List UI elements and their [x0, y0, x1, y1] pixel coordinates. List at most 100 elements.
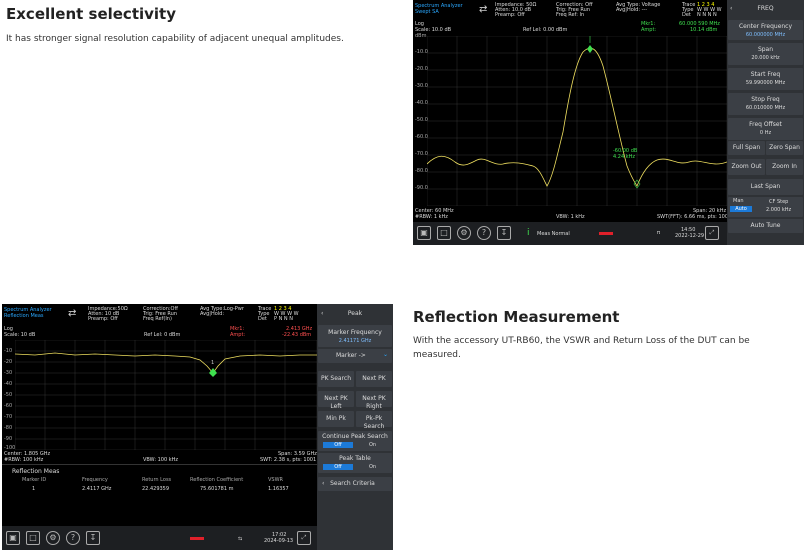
freq-ref: Freq Ref: In [556, 12, 585, 18]
continue-peak-search-button[interactable]: Continue Peak Search [318, 431, 392, 451]
swap-icon[interactable]: ⇄ [479, 4, 487, 15]
marker-number: 1 [211, 360, 214, 366]
trace-dets: P N N N [274, 316, 294, 322]
ytick: -30.0 [415, 83, 428, 89]
ytick: -40.0 [415, 100, 428, 106]
marker-ampt: 10.14 dBm [690, 27, 718, 33]
ytick: -10 [4, 348, 13, 354]
auto-tune-button[interactable]: Auto Tune [728, 219, 803, 233]
next-pk-left-button[interactable]: Next PK Left [318, 391, 354, 410]
sweep-time: SWT(FFT): 6.66 ms, pts: 1001 [657, 214, 732, 220]
ytick: -80 [4, 425, 13, 431]
scale: Scale: 10 dB [4, 332, 36, 338]
full-span-button[interactable]: Full Span [728, 141, 765, 155]
continue-peak-off[interactable]: Off [323, 442, 353, 448]
col-header: Reflection Coefficient [190, 477, 244, 483]
ytick: -20 [4, 359, 13, 365]
vbw: VBW: 100 kHz [143, 457, 179, 463]
cf-step-auto[interactable]: Auto [730, 206, 752, 212]
col-header: Frequency [82, 477, 108, 483]
chevron-down-icon: ⌄ [382, 351, 388, 358]
trace-det-label: Det [258, 316, 267, 322]
pk-search-button[interactable]: PK Search [318, 371, 354, 387]
bottom-toolbar: ▣ □ ⚙ ? ↧ i Meas Normal π 14:50 2022-12-… [413, 222, 727, 245]
rbw: #RBW: 100 kHz [4, 457, 44, 463]
meas-status: Meas Normal [537, 231, 570, 237]
marker-ampt: -22.43 dBm [282, 332, 312, 338]
unit: dBm [415, 33, 427, 39]
clock-date: 2024-09-13 [264, 538, 294, 544]
swap-icon[interactable]: ⇄ [68, 308, 76, 319]
folder-icon[interactable]: □ [437, 226, 451, 240]
help-icon[interactable]: ? [477, 226, 491, 240]
folder-icon[interactable]: □ [26, 531, 40, 545]
search-criteria-button[interactable]: ‹ Search Criteria [318, 477, 392, 491]
ampt-label: Ampt: [641, 27, 657, 33]
table-cell: 1.16357 [268, 486, 289, 492]
span-button[interactable]: Span 20.000 kHz [728, 43, 803, 65]
pk-pk-search-button[interactable]: Pk-Pk Search [356, 411, 392, 430]
marker-frequency-button[interactable]: Marker Frequency 2.41171 GHz [318, 325, 392, 347]
sweep-time: SWT: 2.38 s, pts: 1001 [260, 457, 317, 463]
ytick: -90.0 [415, 185, 428, 191]
gear-icon[interactable]: ⚙ [46, 531, 60, 545]
fullscreen-icon[interactable]: ⤢ [297, 531, 311, 545]
trace-line [15, 352, 317, 374]
table-cell: 2.4117 GHz [82, 486, 112, 492]
last-span-button[interactable]: Last Span [728, 179, 803, 195]
ytick: -70.0 [415, 151, 428, 157]
help-icon[interactable]: ? [66, 531, 80, 545]
reflection-plot[interactable]: 1 [15, 340, 317, 450]
table-title: Reflection Meas [12, 468, 60, 475]
download-icon[interactable]: ↧ [86, 531, 100, 545]
reflection-table: Reflection Meas Marker ID Frequency Retu… [2, 464, 317, 524]
next-pk-right-button[interactable]: Next PK Right [356, 391, 392, 410]
ytick: -70 [4, 414, 13, 420]
panel-title: FREQ [757, 5, 774, 12]
trace-dets: N N N N [697, 12, 717, 18]
peak-table-off[interactable]: Off [323, 464, 353, 470]
ytick: -40 [4, 381, 13, 387]
spectrum-plot[interactable] [427, 36, 727, 206]
fullscreen-icon[interactable]: ⤢ [705, 226, 719, 240]
peak-table-on[interactable]: On [369, 464, 376, 470]
mode-subtitle: Reflection Meas [4, 313, 44, 319]
screenshot-icon[interactable]: ▣ [417, 226, 431, 240]
ref-level: Ref Lel: 0 dBm [144, 332, 181, 338]
network-icon: ⇆ [238, 536, 243, 542]
continue-peak-on[interactable]: On [369, 442, 376, 448]
preamp: Preamp: Off [88, 316, 118, 322]
screenshot-icon[interactable]: ▣ [6, 531, 20, 545]
vbw: VBW: 1 kHz [556, 214, 585, 220]
network-icon: π [657, 230, 661, 236]
section-title-reflection: Reflection Measurement [413, 308, 620, 326]
download-icon[interactable]: ↧ [497, 226, 511, 240]
gear-icon[interactable]: ⚙ [457, 226, 471, 240]
cf-step-man[interactable]: Man [733, 198, 744, 204]
ytick: -50 [4, 392, 13, 398]
ytick: -60.0 [415, 134, 428, 140]
mode-subtitle: Swept SA [415, 9, 439, 15]
center-frequency-button[interactable]: Center Frequency 60.000000 MHz [728, 20, 803, 40]
zero-span-button[interactable]: Zero Span [766, 141, 803, 155]
record-indicator [190, 537, 204, 540]
start-freq-button[interactable]: Start Freq 59.990000 MHz [728, 68, 803, 90]
freq-offset-button[interactable]: Freq Offset 0 Hz [728, 118, 803, 140]
min-pk-button[interactable]: Min Pk [318, 411, 354, 427]
col-header: VSWR [268, 477, 284, 483]
peak-menu-panel: ‹ Peak Marker Frequency 2.41171 GHz Marke… [317, 304, 393, 550]
zoom-out-button[interactable]: Zoom Out [728, 159, 765, 175]
stop-freq-button[interactable]: Stop Freq 60.010000 MHz [728, 93, 803, 115]
zoom-in-button[interactable]: Zoom In [766, 159, 803, 175]
next-pk-button[interactable]: Next PK [356, 371, 392, 387]
section-desc-selectivity: It has stronger signal resolution capabi… [6, 34, 344, 44]
ampt-label: Ampt: [230, 332, 246, 338]
ytick: -80.0 [415, 168, 428, 174]
freq-menu-panel: ‹ FREQ Center Frequency 60.000000 MHz Spa… [727, 0, 804, 245]
record-indicator [599, 232, 613, 235]
peak-table-button[interactable]: Peak Table [318, 453, 392, 473]
ytick: -60 [4, 403, 13, 409]
cf-step-value: 2.000 kHz [766, 207, 792, 213]
col-header: Return Loss [142, 477, 172, 483]
marker-to-button[interactable]: Marker -> ⌄ [318, 349, 392, 363]
